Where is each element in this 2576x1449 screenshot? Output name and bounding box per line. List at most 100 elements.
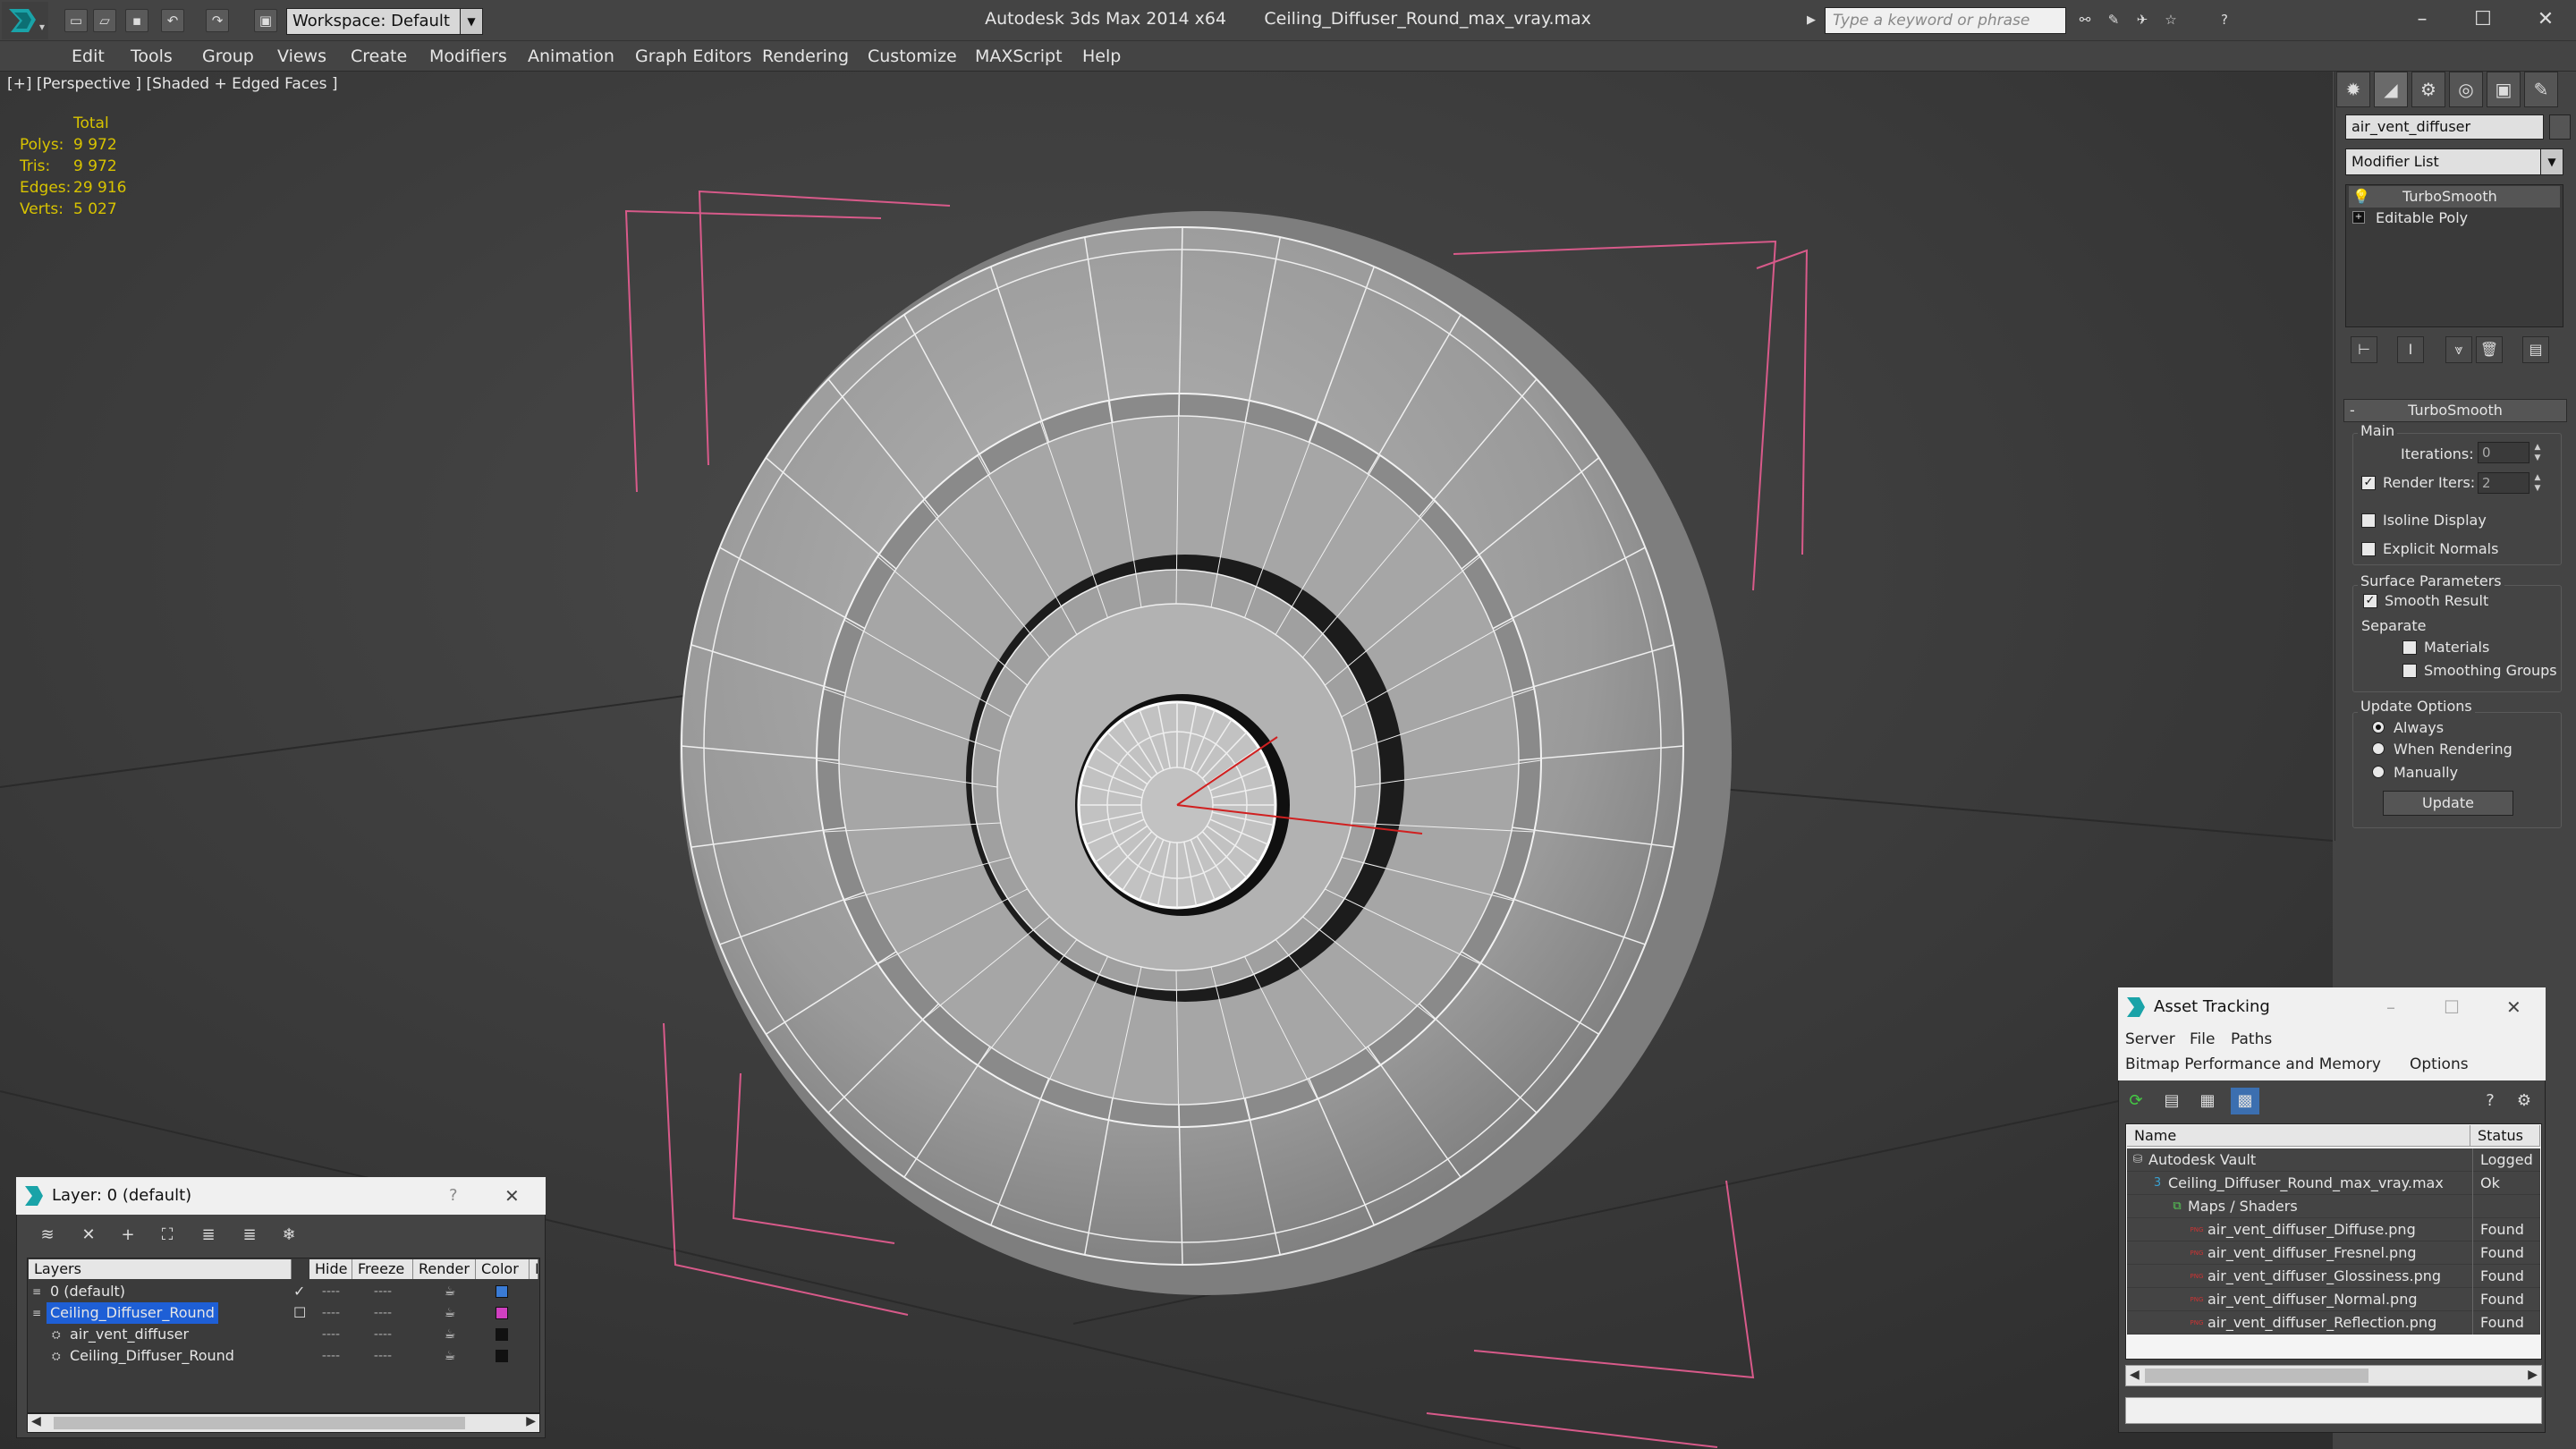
- spinner-arrows-icon[interactable]: ▲ ▼: [2531, 442, 2544, 463]
- materials-checkbox[interactable]: [2402, 640, 2417, 655]
- add-to-layer-icon[interactable]: +: [113, 1222, 143, 1249]
- render-teapot-icon[interactable]: ☕: [428, 1302, 472, 1324]
- asset-row[interactable]: ⛁ Autodesk Vault Logged: [2127, 1148, 2540, 1172]
- freeze-toggle[interactable]: ----: [361, 1324, 404, 1345]
- render-teapot-icon[interactable]: ☕: [428, 1345, 472, 1367]
- layer-color-swatch[interactable]: [496, 1350, 508, 1362]
- hide-toggle[interactable]: ----: [309, 1302, 352, 1324]
- manually-radio[interactable]: [2372, 766, 2385, 778]
- render-iters-spinner[interactable]: 2: [2478, 472, 2529, 494]
- workspace-dropdown[interactable]: Workspace: Default: [286, 8, 474, 35]
- asset-row[interactable]: ⧉ Maps / Shaders: [2127, 1195, 2540, 1218]
- layer-row[interactable]: ≡ Ceiling_Diffuser_Round ☐ ---- ---- ☕: [29, 1302, 538, 1324]
- close-icon[interactable]: ✕: [2506, 987, 2521, 1027]
- menu-tools[interactable]: Tools: [131, 47, 173, 66]
- update-button[interactable]: Update: [2383, 791, 2513, 816]
- highlight-selected-icon[interactable]: ≣: [193, 1222, 224, 1249]
- diffuser-mesh[interactable]: [680, 211, 1732, 1295]
- scroll-left-icon[interactable]: ◀: [31, 1414, 41, 1428]
- smooth-result-checkbox[interactable]: ✓: [2363, 594, 2377, 608]
- layer-color-swatch[interactable]: [496, 1328, 508, 1341]
- hide-toggle[interactable]: ----: [309, 1345, 352, 1367]
- layer-color-swatch[interactable]: [496, 1285, 508, 1298]
- isoline-display-checkbox[interactable]: [2361, 513, 2376, 528]
- column-freeze[interactable]: Freeze: [352, 1259, 413, 1279]
- menu-server[interactable]: Server: [2125, 1030, 2175, 1048]
- display-tab-icon[interactable]: ▣: [2487, 72, 2521, 107]
- stack-item-editable-poly[interactable]: + Editable Poly: [2349, 208, 2560, 229]
- layer-name[interactable]: air_vent_diffuser: [66, 1324, 192, 1345]
- column-radiosity[interactable]: R: [530, 1259, 538, 1279]
- close-icon[interactable]: ✕: [2524, 4, 2567, 36]
- menu-paths[interactable]: Paths: [2231, 1030, 2272, 1048]
- search-input[interactable]: Type a keyword or phrase: [1825, 7, 2066, 34]
- refresh-icon[interactable]: ⟳: [2122, 1088, 2150, 1114]
- render-teapot-icon[interactable]: ☕: [428, 1324, 472, 1345]
- scroll-left-icon[interactable]: ◀: [2130, 1368, 2140, 1382]
- menu-group[interactable]: Group: [202, 47, 254, 66]
- close-icon[interactable]: ✕: [504, 1177, 520, 1215]
- iterations-spinner[interactable]: 0: [2478, 442, 2529, 463]
- create-layer-icon[interactable]: ≋: [32, 1222, 63, 1249]
- menu-help[interactable]: Help: [1082, 47, 1121, 66]
- menu-rendering[interactable]: Rendering: [762, 47, 849, 66]
- asset-row[interactable]: PNG air_vent_diffuser_Fresnel.png Found: [2127, 1241, 2540, 1265]
- maximize-icon[interactable]: ☐: [2462, 4, 2504, 36]
- menu-bitmap-performance[interactable]: Bitmap Performance and Memory: [2125, 1055, 2381, 1073]
- asset-row[interactable]: PNG air_vent_diffuser_Glossiness.png Found: [2127, 1265, 2540, 1288]
- asset-row[interactable]: PNG air_vent_diffuser_Reflection.png Found: [2127, 1311, 2540, 1335]
- freeze-toggle[interactable]: ----: [361, 1281, 404, 1302]
- when-rendering-radio[interactable]: [2372, 742, 2385, 755]
- layer-row[interactable]: ⛭ Ceiling_Diffuser_Round ---- ---- ☕: [29, 1345, 538, 1367]
- stack-item-turbosmooth[interactable]: 💡 TurboSmooth: [2349, 186, 2560, 208]
- layer-name[interactable]: 0 (default): [47, 1281, 129, 1302]
- redo-icon[interactable]: ↷: [206, 9, 229, 32]
- menu-graph-editors[interactable]: Graph Editors: [635, 47, 751, 66]
- save-file-icon[interactable]: ▪: [125, 9, 148, 32]
- active-layer-marker[interactable]: ☐: [293, 1302, 306, 1324]
- table-view-icon[interactable]: ▦: [2193, 1088, 2222, 1114]
- create-tab-icon[interactable]: ✹: [2336, 72, 2370, 107]
- menu-modifiers[interactable]: Modifiers: [429, 47, 507, 66]
- open-file-icon[interactable]: ▱: [93, 9, 116, 32]
- chevron-down-icon[interactable]: ▼: [460, 8, 483, 35]
- freeze-toggle[interactable]: ----: [361, 1302, 404, 1324]
- asset-row[interactable]: 3 Ceiling_Diffuser_Round_max_vray.max Ok: [2127, 1172, 2540, 1195]
- show-end-result-icon[interactable]: Ⅰ: [2397, 336, 2424, 363]
- minimize-icon[interactable]: –: [2401, 4, 2444, 36]
- app-logo-button[interactable]: ▾: [2, 2, 48, 39]
- motion-tab-icon[interactable]: ◎: [2449, 72, 2483, 107]
- column-status[interactable]: Status: [2470, 1125, 2540, 1147]
- render-iters-checkbox[interactable]: ✓: [2361, 476, 2376, 490]
- menu-maxscript[interactable]: MAXScript: [975, 47, 1063, 66]
- favorites-star-icon[interactable]: ☆: [2159, 9, 2182, 32]
- menu-create[interactable]: Create: [351, 47, 407, 66]
- expand-plus-icon[interactable]: +: [2352, 211, 2365, 224]
- menu-views[interactable]: Views: [277, 47, 326, 66]
- communication-icon[interactable]: ✈: [2131, 9, 2154, 32]
- grid-view-icon[interactable]: ▩: [2231, 1088, 2259, 1114]
- hide-toggle[interactable]: ----: [309, 1324, 352, 1345]
- asset-row[interactable]: PNG air_vent_diffuser_Normal.png Found: [2127, 1288, 2540, 1311]
- expand-search-icon[interactable]: ▶: [1807, 9, 1821, 32]
- scroll-right-icon[interactable]: ▶: [526, 1414, 536, 1428]
- hierarchy-tab-icon[interactable]: ⚙: [2411, 72, 2445, 107]
- always-radio[interactable]: [2372, 721, 2385, 733]
- menu-animation[interactable]: Animation: [528, 47, 614, 66]
- menu-file[interactable]: File: [2190, 1030, 2215, 1048]
- help-icon[interactable]: ?: [2213, 9, 2236, 32]
- help-icon[interactable]: ?: [2476, 1088, 2504, 1114]
- configure-sets-icon[interactable]: ▤: [2522, 336, 2549, 363]
- smoothing-groups-checkbox[interactable]: [2402, 664, 2417, 678]
- delete-layer-icon[interactable]: ✕: [73, 1222, 104, 1249]
- column-color[interactable]: Color: [476, 1259, 530, 1279]
- hide-all-layers-icon[interactable]: ≣: [234, 1222, 265, 1249]
- minimize-icon[interactable]: –: [2386, 987, 2395, 1027]
- layer-name[interactable]: Ceiling_Diffuser_Round: [47, 1302, 218, 1324]
- column-name[interactable]: Name: [2127, 1125, 2470, 1147]
- turbosmooth-rollout-header[interactable]: - TurboSmooth: [2343, 399, 2567, 422]
- chevron-down-icon[interactable]: ▼: [2540, 148, 2563, 175]
- object-color-swatch[interactable]: [2549, 114, 2571, 140]
- viewport-label-menu[interactable]: [+] [Perspective ] [Shaded + Edged Faces…: [7, 75, 337, 93]
- column-render[interactable]: Render: [413, 1259, 476, 1279]
